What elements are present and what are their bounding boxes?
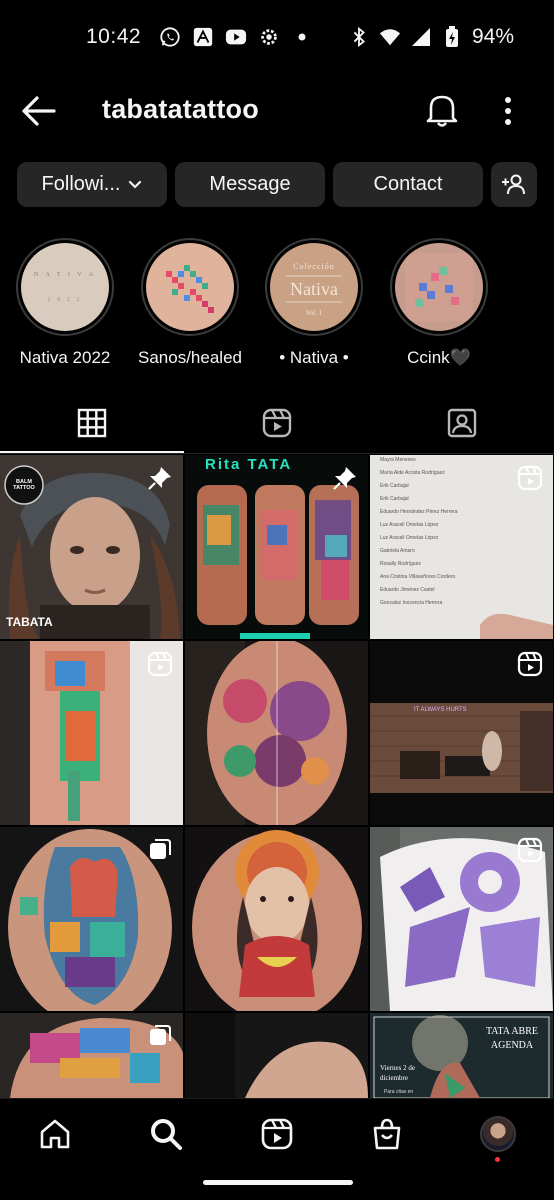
highlight-label: • Nativa • bbox=[279, 348, 349, 367]
add-user-icon bbox=[502, 174, 525, 194]
highlight-cover bbox=[390, 238, 488, 336]
post-top-text: Rita TATA bbox=[205, 456, 293, 473]
status-bar: 10:42 94% bbox=[0, 0, 554, 74]
message-label: Message bbox=[209, 173, 291, 195]
highlight-label: Sanos/healed bbox=[138, 348, 242, 367]
battery-icon bbox=[441, 26, 463, 48]
nav-reels[interactable] bbox=[258, 1115, 296, 1153]
settings-icon bbox=[258, 26, 280, 48]
post-tile[interactable] bbox=[0, 641, 183, 825]
post-tile[interactable]: Mayra Meneses María Aide Acosta Rodrígue… bbox=[370, 455, 553, 639]
reels-icon bbox=[261, 1118, 293, 1150]
post-sub: Para citas en bbox=[384, 1089, 414, 1095]
status-time: 10:42 bbox=[86, 25, 142, 48]
highlight-nativa-2022[interactable]: N A T I V A 2 0 2 2 Nativa 2022 bbox=[3, 238, 127, 368]
following-label: Followi... bbox=[41, 173, 121, 195]
home-icon bbox=[40, 1119, 70, 1149]
chevron-down-icon bbox=[129, 180, 142, 189]
highlight-cover-top: Colección bbox=[293, 262, 334, 271]
carousel-icon bbox=[150, 1025, 171, 1045]
profile-tabs bbox=[0, 392, 554, 454]
post-tile[interactable] bbox=[0, 1013, 183, 1098]
shop-icon bbox=[373, 1118, 401, 1150]
home-indicator[interactable] bbox=[203, 1180, 353, 1185]
tabs-divider bbox=[0, 453, 554, 454]
highlight-cover: Colección Nativa Vol. 1 bbox=[265, 238, 363, 336]
bell-icon[interactable] bbox=[424, 91, 460, 129]
status-right-icons: 94% bbox=[348, 25, 514, 49]
highlight-cover: N A T I V A 2 0 2 2 bbox=[16, 238, 114, 336]
reel-icon bbox=[517, 651, 543, 677]
bottom-navigation bbox=[0, 1098, 554, 1168]
post-sign-text: IT ALWAYS HURTS bbox=[414, 707, 467, 713]
reel-icon bbox=[147, 651, 173, 677]
notification-dot bbox=[495, 1157, 500, 1162]
following-button[interactable]: Followi... bbox=[17, 162, 167, 207]
tab-grid[interactable] bbox=[0, 392, 184, 454]
post-date: Viernes 2 de diciembre bbox=[380, 1064, 415, 1082]
post-tile[interactable] bbox=[185, 1013, 368, 1098]
post-tile[interactable] bbox=[185, 827, 368, 1011]
post-caption: TABATA bbox=[6, 615, 53, 629]
post-tile[interactable] bbox=[0, 827, 183, 1011]
highlight-label: Nativa 2022 bbox=[19, 348, 111, 367]
grid-icon bbox=[77, 408, 107, 438]
wifi-icon bbox=[379, 26, 401, 48]
signal-icon bbox=[410, 26, 432, 48]
status-left-icons bbox=[159, 26, 313, 48]
back-arrow-icon[interactable] bbox=[20, 94, 58, 128]
reels-icon bbox=[262, 408, 292, 438]
highlight-cover-bottom: Vol. 1 bbox=[306, 309, 323, 317]
pin-icon bbox=[148, 467, 171, 490]
youtube-icon bbox=[225, 26, 247, 48]
highlight-sanos-healed[interactable]: Sanos/healed bbox=[128, 238, 252, 368]
highlight-label: Ccink🖤 bbox=[407, 348, 471, 367]
tab-reels[interactable] bbox=[185, 392, 369, 454]
svg-text:2 0 2 2: 2 0 2 2 bbox=[48, 298, 83, 303]
search-icon bbox=[151, 1119, 182, 1150]
tagged-icon bbox=[447, 408, 477, 438]
reel-icon bbox=[517, 837, 543, 863]
post-tile[interactable]: BALM TATTOO TABATA bbox=[0, 455, 183, 639]
highlight-nativa[interactable]: Colección Nativa Vol. 1 • Nativa • bbox=[252, 238, 376, 368]
profile-header: tabatatattoo bbox=[0, 74, 554, 146]
tab-tagged[interactable] bbox=[370, 392, 554, 454]
nav-home[interactable] bbox=[36, 1115, 74, 1153]
battery-percent: 94% bbox=[471, 25, 514, 48]
profile-avatar bbox=[480, 1116, 516, 1152]
post-logo-text: BALM TATTOO bbox=[13, 479, 35, 491]
post-tile[interactable] bbox=[370, 827, 553, 1011]
post-tile[interactable] bbox=[185, 641, 368, 825]
pin-icon bbox=[333, 467, 356, 490]
reel-icon bbox=[517, 465, 543, 491]
highlight-cover bbox=[141, 238, 239, 336]
nav-shop[interactable] bbox=[368, 1115, 406, 1153]
post-title: TATA ABRE AGENDA bbox=[485, 1026, 539, 1051]
post-tile[interactable]: Rita TATA bbox=[185, 455, 368, 639]
post-tile[interactable]: IT ALWAYS HURTS bbox=[370, 641, 553, 825]
message-button[interactable]: Message bbox=[175, 162, 325, 207]
nav-search[interactable] bbox=[147, 1115, 185, 1153]
bluetooth-icon bbox=[348, 26, 370, 48]
nav-profile[interactable] bbox=[479, 1115, 517, 1153]
svg-text:N A T I V A: N A T I V A bbox=[34, 272, 96, 278]
contact-button[interactable]: Contact bbox=[333, 162, 483, 207]
highlight-cover-main: Nativa bbox=[290, 279, 338, 299]
post-tile[interactable]: TATA ABRE AGENDA Viernes 2 de diciembre … bbox=[370, 1013, 553, 1098]
dot-icon bbox=[291, 26, 313, 48]
profile-username: tabatatattoo bbox=[102, 94, 259, 124]
highlight-ccink[interactable]: Ccink🖤 bbox=[377, 238, 501, 368]
add-user-button[interactable] bbox=[491, 162, 537, 207]
contact-label: Contact bbox=[373, 173, 443, 195]
carousel-icon bbox=[150, 839, 171, 859]
whatsapp-icon bbox=[159, 26, 181, 48]
acrobat-icon bbox=[192, 26, 214, 48]
more-vertical-icon[interactable] bbox=[495, 94, 521, 128]
